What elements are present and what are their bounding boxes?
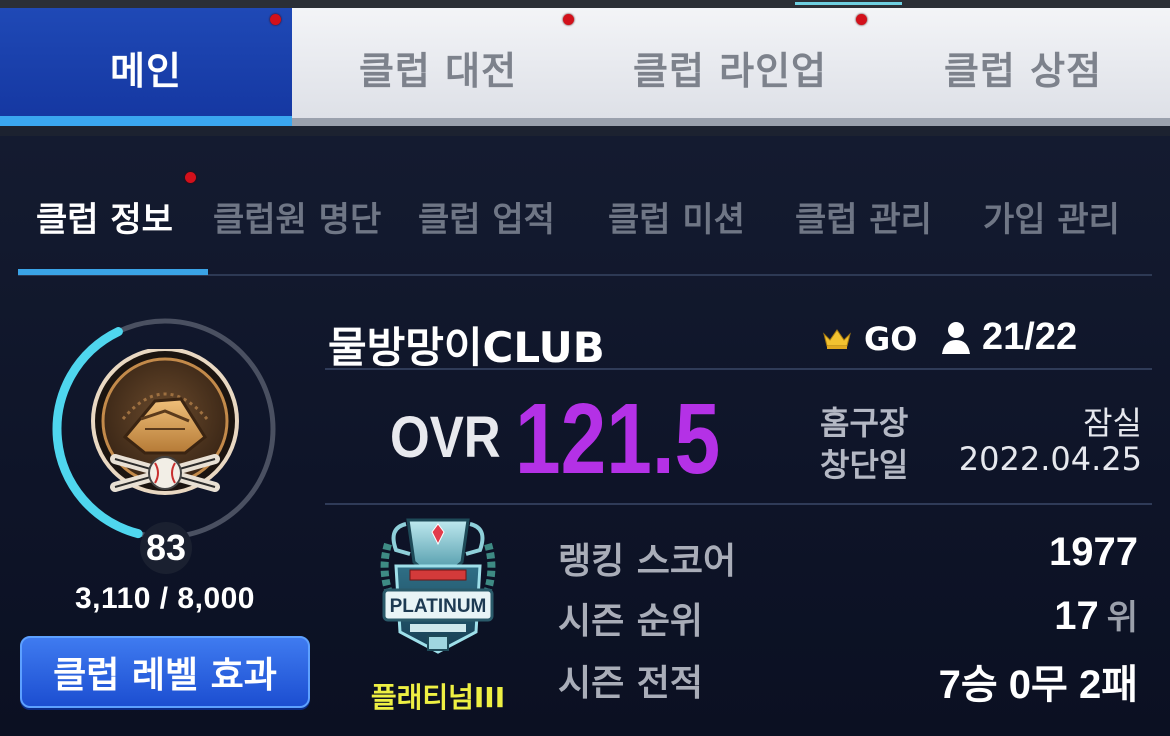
club-info-panel: 클럽 정보 클럽원 명단 클럽 업적 클럽 미션 클럽 관리 가입 관리 83 … [0,136,1170,736]
season-record-value: 7승 0무 2패 [939,652,1138,710]
ovr-label: OVR [390,405,501,470]
subtab-achievements[interactable]: 클럽 업적 [418,192,555,241]
ovr-value: 121.5 [515,383,721,495]
tier-name: 플래티넘III [370,681,506,714]
home-stadium-value: 잠실 [1083,404,1142,442]
club-name: 물방망이CLUB [328,323,605,372]
divider [325,503,1152,505]
club-level-ring: 83 [50,314,280,574]
season-record-label: 시즌 전적 [558,663,704,704]
notification-dot [270,14,281,25]
sub-tab-bar: 클럽 정보 클럽원 명단 클럽 업적 클럽 미션 클럽 관리 가입 관리 [18,172,1152,276]
notification-dot [563,14,574,25]
season-rank-number: 17 [1054,594,1099,638]
tab-club-shop-label: 클럽 상점 [943,48,1103,93]
club-grade: GO [822,320,917,358]
club-level-badge: 83 [140,522,192,574]
platinum-tier-emblem-icon: PLATINUM [380,518,496,654]
subtab-member-list[interactable]: 클럽원 명단 [213,192,381,241]
tab-main-label: 메인 [110,48,182,93]
home-stadium-label: 홈구장 [820,404,909,442]
person-icon [942,321,970,354]
subtab-missions[interactable]: 클럽 미션 [608,192,745,241]
tab-club-lineup[interactable]: 클럽 라인업 [584,8,876,126]
club-level-effect-button[interactable]: 클럽 레벨 효과 [20,636,310,708]
season-rank-unit: 위 [1106,599,1138,637]
tab-club-battle[interactable]: 클럽 대전 [292,8,584,126]
season-record-text: 7승 0무 2패 [938,663,1138,707]
tab-club-lineup-label: 클럽 라인업 [632,48,828,93]
season-rank-label: 시즌 순위 [558,601,704,642]
founded-date-label: 창단일 [820,446,909,484]
notification-dot [185,172,196,183]
emblem-text: PLATINUM [390,596,487,617]
ranking-score-number: 1977 [1049,530,1138,574]
main-tab-bar: 메인 클럽 대전 클럽 라인업 클럽 상점 [0,8,1170,126]
subtab-management[interactable]: 클럽 관리 [795,192,932,241]
tab-club-battle-label: 클럽 대전 [358,48,518,93]
notification-dot [856,14,867,25]
active-subtab-indicator [18,269,208,275]
tab-bar-underline [292,118,1170,126]
subtab-club-info[interactable]: 클럽 정보 [36,192,173,241]
founded-date-value: 2022.04.25 [958,440,1142,478]
crown-icon [823,329,851,349]
top-strip [0,0,1170,8]
ranking-score-value: 1977 [1049,530,1138,575]
member-count-text: 21/22 [982,316,1078,358]
ranking-score-label: 랭킹 스코어 [558,541,737,582]
season-rank-value: 17 위 [1054,590,1138,639]
divider [325,368,1152,370]
club-exp-text: 3,110 / 8,000 [75,582,255,615]
club-logo-icon [91,349,239,495]
club-member-count: 21/22 [940,316,1077,359]
tab-club-shop[interactable]: 클럽 상점 [876,8,1170,126]
tab-main[interactable]: 메인 [0,8,292,126]
top-accent-line [795,2,902,5]
separator [0,126,1170,136]
subtab-join-management[interactable]: 가입 관리 [983,192,1120,241]
club-grade-text: GO [864,320,918,358]
